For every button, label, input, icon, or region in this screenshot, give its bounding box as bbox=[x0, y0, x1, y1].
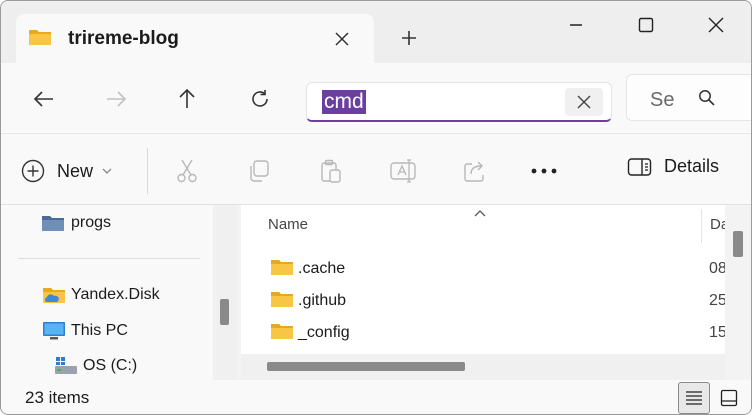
nav-item-label: progs bbox=[71, 214, 112, 231]
horizontal-scrollbar[interactable] bbox=[241, 354, 725, 380]
nav-item-label: Yandex.Disk bbox=[71, 286, 160, 303]
command-bar: New Details bbox=[1, 133, 751, 205]
chevron-down-icon bbox=[102, 168, 112, 174]
column-header-name[interactable]: Name bbox=[268, 216, 308, 233]
refresh-button[interactable] bbox=[242, 81, 278, 117]
monitor-icon bbox=[43, 322, 65, 340]
paste-icon[interactable] bbox=[316, 156, 346, 186]
maximize-button[interactable] bbox=[623, 7, 669, 43]
folder-icon bbox=[270, 321, 294, 346]
cut-icon[interactable] bbox=[172, 156, 202, 186]
column-divider[interactable] bbox=[701, 209, 702, 243]
nav-item-progs[interactable]: progs bbox=[41, 213, 111, 233]
close-window-button[interactable] bbox=[693, 7, 739, 43]
new-tab-button[interactable] bbox=[394, 23, 424, 53]
clear-address-icon[interactable] bbox=[565, 88, 603, 116]
details-view-button[interactable] bbox=[678, 382, 710, 414]
nav-item-label: OS (C:) bbox=[83, 357, 138, 374]
share-icon[interactable] bbox=[460, 156, 490, 186]
vertical-scrollbar[interactable] bbox=[725, 205, 751, 380]
folder-icon bbox=[28, 27, 52, 52]
address-bar[interactable]: cmd bbox=[306, 82, 612, 122]
drive-icon bbox=[55, 357, 77, 374]
horizontal-scroll-thumb[interactable] bbox=[267, 362, 465, 371]
list-view-icon bbox=[686, 391, 702, 405]
back-button[interactable] bbox=[26, 81, 62, 117]
search-placeholder: Se bbox=[650, 89, 675, 111]
folder-icon bbox=[42, 216, 64, 231]
file-name: .cache bbox=[298, 260, 346, 277]
file-row[interactable]: _config 15 bbox=[241, 318, 727, 348]
search-box[interactable]: Se bbox=[626, 74, 751, 121]
tab-trireme-blog[interactable]: trireme-blog bbox=[16, 14, 374, 64]
close-tab-icon[interactable] bbox=[329, 26, 355, 52]
navigation-bar: cmd Se bbox=[1, 63, 751, 133]
vertical-scroll-thumb[interactable] bbox=[733, 231, 743, 257]
nav-pane-scroll-thumb[interactable] bbox=[220, 299, 229, 325]
address-input[interactable]: cmd bbox=[322, 90, 366, 114]
new-button[interactable]: New bbox=[21, 154, 113, 188]
status-bar: 23 items bbox=[1, 380, 751, 414]
folder-icon bbox=[270, 257, 294, 282]
nav-item-yandex-disk[interactable]: Yandex.Disk bbox=[42, 285, 160, 305]
nav-item-os-c[interactable]: OS (C:) bbox=[54, 356, 137, 376]
cloud-folder-icon bbox=[43, 288, 65, 303]
search-icon[interactable] bbox=[698, 89, 716, 112]
nav-item-label: This PC bbox=[71, 322, 128, 339]
nav-item-this-pc[interactable]: This PC bbox=[42, 321, 128, 341]
item-count: 23 items bbox=[25, 388, 90, 407]
nav-pane-scrollbar[interactable] bbox=[213, 205, 237, 380]
navigation-pane: progs Yandex.Disk This PC OS (C:) bbox=[1, 205, 237, 380]
copy-icon[interactable] bbox=[244, 156, 274, 186]
new-button-label: New bbox=[57, 160, 94, 181]
more-options-icon[interactable] bbox=[529, 156, 559, 186]
file-row[interactable]: .cache 08 bbox=[241, 254, 727, 284]
file-name: .github bbox=[298, 292, 347, 309]
sort-ascending-icon bbox=[473, 204, 487, 222]
file-explorer-window: trireme-blog cmd Se New Details progs Ya… bbox=[0, 0, 752, 415]
tab-title: trireme-blog bbox=[68, 28, 179, 49]
file-row[interactable]: .github 25 bbox=[241, 286, 727, 316]
title-bar: trireme-blog bbox=[1, 1, 751, 64]
plus-circle-icon bbox=[21, 159, 45, 183]
nav-divider bbox=[18, 258, 200, 259]
file-list-pane: Name Da .cache 08 .github 25 _config 15 bbox=[241, 204, 751, 380]
details-button[interactable]: Details bbox=[627, 156, 719, 177]
command-separator bbox=[147, 148, 148, 194]
forward-button[interactable] bbox=[98, 81, 134, 117]
folder-icon bbox=[270, 289, 294, 314]
up-button[interactable] bbox=[169, 81, 205, 117]
details-pane-icon bbox=[627, 157, 652, 176]
details-label: Details bbox=[664, 156, 720, 176]
rename-icon[interactable] bbox=[388, 156, 418, 186]
minimize-button[interactable] bbox=[553, 7, 599, 43]
file-name: _config bbox=[298, 324, 350, 341]
tiles-view-icon bbox=[720, 389, 738, 407]
tiles-view-button[interactable] bbox=[714, 382, 744, 414]
